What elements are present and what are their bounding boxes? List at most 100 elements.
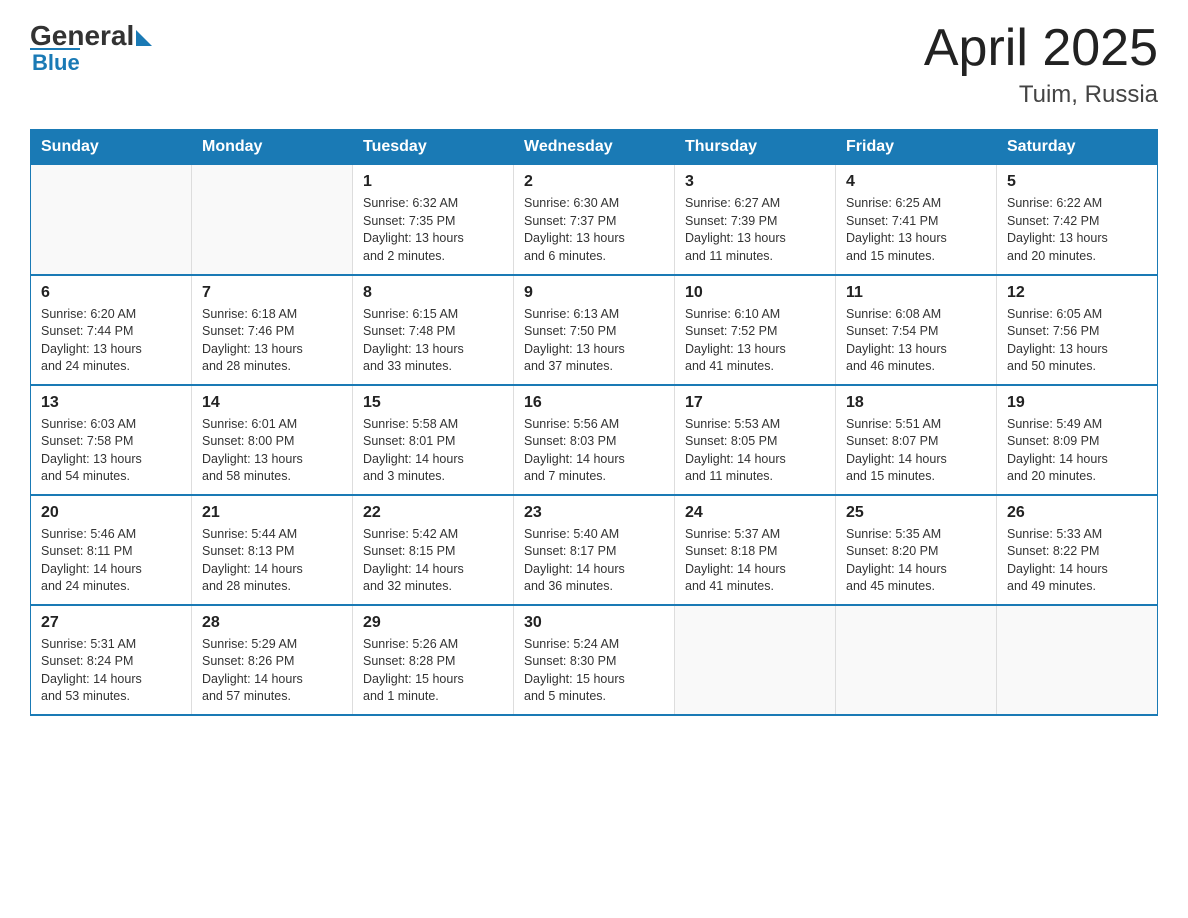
day-info: Sunrise: 5:40 AM Sunset: 8:17 PM Dayligh… [524, 526, 664, 596]
day-number: 7 [202, 284, 342, 302]
day-info: Sunrise: 6:15 AM Sunset: 7:48 PM Dayligh… [363, 306, 503, 376]
calendar-cell: 12Sunrise: 6:05 AM Sunset: 7:56 PM Dayli… [997, 275, 1158, 385]
calendar-table: SundayMondayTuesdayWednesdayThursdayFrid… [30, 129, 1158, 716]
day-info: Sunrise: 6:13 AM Sunset: 7:50 PM Dayligh… [524, 306, 664, 376]
calendar-cell: 16 Sunrise: 5:56 AM Sunset: 8:03 PM Dayli… [514, 385, 675, 495]
day-info: Sunrise: 6:08 AM Sunset: 7:54 PM Dayligh… [846, 306, 986, 376]
day-number: 1 [363, 173, 503, 191]
day-info: Sunrise: 6:25 AM Sunset: 7:41 PM Dayligh… [846, 195, 986, 265]
day-info: Sunrise: 6:30 AM Sunset: 7:37 PM Dayligh… [524, 195, 664, 265]
day-number: 10 [685, 284, 825, 302]
calendar-cell: 14 Sunrise: 6:01 AM Sunset: 8:00 PM Dayli… [192, 385, 353, 495]
calendar-cell: 13 Sunrise: 6:03 AM Sunset: 7:58 PM Dayli… [31, 385, 192, 495]
day-number: 11 [846, 284, 986, 302]
calendar-cell: 30 Sunrise: 5:24 AM Sunset: 8:30 PM Dayli… [514, 605, 675, 715]
day-info: Sunrise: 5:56 AM Sunset: 8:03 PM Dayligh… [524, 416, 664, 486]
day-info: Sunrise: 5:29 AM Sunset: 8:26 PM Dayligh… [202, 636, 342, 706]
calendar-title: April 2025 [924, 20, 1158, 77]
day-number: 27 [41, 614, 181, 632]
day-number: 24 [685, 504, 825, 522]
day-number: 22 [363, 504, 503, 522]
calendar-cell: 5 Sunrise: 6:22 AM Sunset: 7:42 PM Daylig… [997, 165, 1158, 275]
calendar-cell [836, 605, 997, 715]
day-number: 14 [202, 394, 342, 412]
day-number: 15 [363, 394, 503, 412]
calendar-cell [192, 165, 353, 275]
header-friday: Friday [836, 130, 997, 165]
day-number: 26 [1007, 504, 1147, 522]
day-number: 4 [846, 173, 986, 191]
day-info: Sunrise: 5:49 AM Sunset: 8:09 PM Dayligh… [1007, 416, 1147, 486]
day-number: 20 [41, 504, 181, 522]
day-info: Sunrise: 5:42 AM Sunset: 8:15 PM Dayligh… [363, 526, 503, 596]
logo: General Blue [30, 20, 152, 76]
day-number: 29 [363, 614, 503, 632]
day-info: Sunrise: 6:01 AM Sunset: 8:00 PM Dayligh… [202, 416, 342, 486]
calendar-cell: 11 Sunrise: 6:08 AM Sunset: 7:54 PM Dayli… [836, 275, 997, 385]
day-info: Sunrise: 5:24 AM Sunset: 8:30 PM Dayligh… [524, 636, 664, 706]
calendar-cell: 22 Sunrise: 5:42 AM Sunset: 8:15 PM Dayli… [353, 495, 514, 605]
title-section: April 2025 Tuim, Russia [924, 20, 1158, 109]
calendar-location: Tuim, Russia [924, 81, 1158, 109]
calendar-cell: 25 Sunrise: 5:35 AM Sunset: 8:20 PM Dayli… [836, 495, 997, 605]
day-number: 28 [202, 614, 342, 632]
day-number: 6 [41, 284, 181, 302]
day-number: 18 [846, 394, 986, 412]
day-info: Sunrise: 6:27 AM Sunset: 7:39 PM Dayligh… [685, 195, 825, 265]
day-number: 19 [1007, 394, 1147, 412]
day-info: Sunrise: 5:33 AM Sunset: 8:22 PM Dayligh… [1007, 526, 1147, 596]
day-number: 2 [524, 173, 664, 191]
day-info: Sunrise: 5:26 AM Sunset: 8:28 PM Dayligh… [363, 636, 503, 706]
day-info: Sunrise: 6:18 AM Sunset: 7:46 PM Dayligh… [202, 306, 342, 376]
calendar-cell: 6 Sunrise: 6:20 AM Sunset: 7:44 PM Daylig… [31, 275, 192, 385]
calendar-cell: 27 Sunrise: 5:31 AM Sunset: 8:24 PM Dayli… [31, 605, 192, 715]
calendar-cell: 21 Sunrise: 5:44 AM Sunset: 8:13 PM Dayli… [192, 495, 353, 605]
logo-arrow-icon [136, 30, 152, 46]
day-number: 30 [524, 614, 664, 632]
calendar-cell: 7 Sunrise: 6:18 AM Sunset: 7:46 PM Daylig… [192, 275, 353, 385]
day-number: 25 [846, 504, 986, 522]
calendar-cell: 1 Sunrise: 6:32 AM Sunset: 7:35 PM Daylig… [353, 165, 514, 275]
header-thursday: Thursday [675, 130, 836, 165]
day-info: Sunrise: 5:51 AM Sunset: 8:07 PM Dayligh… [846, 416, 986, 486]
day-info: Sunrise: 5:46 AM Sunset: 8:11 PM Dayligh… [41, 526, 181, 596]
calendar-cell: 23 Sunrise: 5:40 AM Sunset: 8:17 PM Dayli… [514, 495, 675, 605]
calendar-cell: 18 Sunrise: 5:51 AM Sunset: 8:07 PM Dayli… [836, 385, 997, 495]
weekday-header-row: SundayMondayTuesdayWednesdayThursdayFrid… [31, 130, 1158, 165]
day-info: Sunrise: 6:22 AM Sunset: 7:42 PM Dayligh… [1007, 195, 1147, 265]
week-row-1: 1 Sunrise: 6:32 AM Sunset: 7:35 PM Daylig… [31, 165, 1158, 275]
day-number: 23 [524, 504, 664, 522]
calendar-cell: 10Sunrise: 6:10 AM Sunset: 7:52 PM Dayli… [675, 275, 836, 385]
day-info: Sunrise: 6:03 AM Sunset: 7:58 PM Dayligh… [41, 416, 181, 486]
day-info: Sunrise: 5:37 AM Sunset: 8:18 PM Dayligh… [685, 526, 825, 596]
week-row-2: 6 Sunrise: 6:20 AM Sunset: 7:44 PM Daylig… [31, 275, 1158, 385]
calendar-cell: 2 Sunrise: 6:30 AM Sunset: 7:37 PM Daylig… [514, 165, 675, 275]
header-sunday: Sunday [31, 130, 192, 165]
calendar-cell: 8Sunrise: 6:15 AM Sunset: 7:48 PM Daylig… [353, 275, 514, 385]
calendar-cell: 9 Sunrise: 6:13 AM Sunset: 7:50 PM Daylig… [514, 275, 675, 385]
day-info: Sunrise: 5:58 AM Sunset: 8:01 PM Dayligh… [363, 416, 503, 486]
day-number: 16 [524, 394, 664, 412]
day-number: 9 [524, 284, 664, 302]
week-row-5: 27 Sunrise: 5:31 AM Sunset: 8:24 PM Dayli… [31, 605, 1158, 715]
day-number: 13 [41, 394, 181, 412]
header-monday: Monday [192, 130, 353, 165]
header-wednesday: Wednesday [514, 130, 675, 165]
calendar-cell: 20 Sunrise: 5:46 AM Sunset: 8:11 PM Dayli… [31, 495, 192, 605]
header-saturday: Saturday [997, 130, 1158, 165]
calendar-cell [997, 605, 1158, 715]
day-info: Sunrise: 6:32 AM Sunset: 7:35 PM Dayligh… [363, 195, 503, 265]
calendar-cell: 3Sunrise: 6:27 AM Sunset: 7:39 PM Daylig… [675, 165, 836, 275]
calendar-cell: 29 Sunrise: 5:26 AM Sunset: 8:28 PM Dayli… [353, 605, 514, 715]
page-header: General Blue April 2025 Tuim, Russia [30, 20, 1158, 109]
day-number: 21 [202, 504, 342, 522]
calendar-cell: 19 Sunrise: 5:49 AM Sunset: 8:09 PM Dayli… [997, 385, 1158, 495]
day-info: Sunrise: 5:35 AM Sunset: 8:20 PM Dayligh… [846, 526, 986, 596]
day-info: Sunrise: 5:31 AM Sunset: 8:24 PM Dayligh… [41, 636, 181, 706]
day-info: Sunrise: 5:44 AM Sunset: 8:13 PM Dayligh… [202, 526, 342, 596]
day-info: Sunrise: 6:20 AM Sunset: 7:44 PM Dayligh… [41, 306, 181, 376]
day-number: 5 [1007, 173, 1147, 191]
calendar-cell: 15 Sunrise: 5:58 AM Sunset: 8:01 PM Dayli… [353, 385, 514, 495]
day-number: 12 [1007, 284, 1147, 302]
calendar-body: 1 Sunrise: 6:32 AM Sunset: 7:35 PM Daylig… [31, 165, 1158, 715]
